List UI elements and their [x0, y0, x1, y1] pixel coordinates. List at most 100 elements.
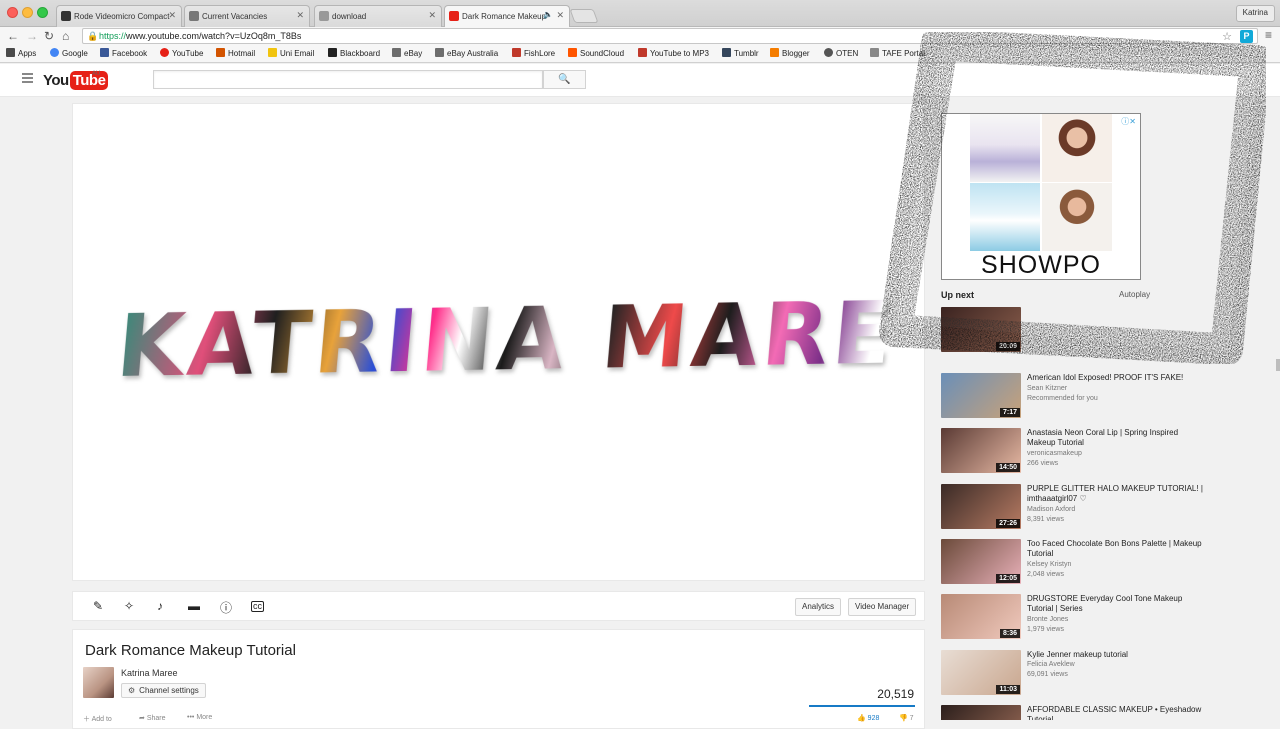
address-bar[interactable]: 🔒 https://www.youtube.com/watch?v=UzOq8m…: [82, 28, 1258, 44]
bookmark-star-icon[interactable]: ☆: [1222, 30, 1232, 43]
bookmark-youtube-to-mp3[interactable]: YouTube to MP3: [638, 48, 709, 58]
channel-avatar[interactable]: [83, 667, 114, 698]
view-count: 20,519: [877, 687, 914, 701]
autoplay-toggle[interactable]: Autoplay: [1119, 290, 1150, 299]
browser-tab[interactable]: Current Vacancies ✕: [184, 5, 310, 27]
forward-arrow-icon[interactable]: →: [26, 27, 38, 45]
tab-favicon-icon: [61, 11, 71, 21]
tab-close-icon[interactable]: ✕: [296, 10, 304, 21]
new-tab-button[interactable]: [569, 9, 599, 23]
page-scrollbar[interactable]: [1276, 97, 1280, 720]
bookmark-google[interactable]: Google: [50, 48, 88, 58]
video-channel: Madison Axford: [1027, 506, 1076, 513]
video-duration: 12:05: [996, 574, 1020, 583]
showpo-ad[interactable]: ⓘ✕ SHOWPO: [941, 113, 1141, 280]
like-ratio-bar: [809, 705, 915, 707]
like-button[interactable]: 👍 928: [857, 714, 879, 722]
video-manager-button[interactable]: Video Manager: [848, 598, 917, 616]
video-title-link[interactable]: PURPLE GLITTER HALO MAKEUP TUTORIAL! | i…: [1027, 484, 1203, 504]
video-title-link[interactable]: American Idol Exposed! PROOF IT'S FAKE!: [1027, 373, 1203, 383]
video-title-link[interactable]: Too Faced Chocolate Bon Bons Palette | M…: [1027, 539, 1203, 559]
tab-label: Dark Romance Makeup: [462, 12, 547, 21]
pencil-icon[interactable]: ✎: [93, 599, 103, 613]
tab-label: Current Vacancies: [202, 12, 268, 21]
bookmark-hotmail[interactable]: Hotmail: [216, 48, 255, 58]
channel-settings-button[interactable]: ⚙ Channel settings: [121, 683, 206, 698]
video-meta: 8,391 views: [1027, 516, 1064, 523]
magic-wand-icon[interactable]: ✧: [124, 599, 134, 613]
bookmark-apps[interactable]: Apps: [6, 48, 36, 58]
recommended-video[interactable]: 12:05 Too Faced Chocolate Bon Bons Palet…: [941, 539, 1203, 585]
dislike-button[interactable]: 👎 7: [899, 714, 914, 722]
video-channel: Kelsey Kristyn: [1027, 561, 1072, 568]
bookmark-ebay[interactable]: eBay: [392, 48, 422, 58]
music-note-icon[interactable]: ♪: [157, 599, 163, 613]
youtube-mp3-icon: [638, 48, 647, 57]
search-input[interactable]: [153, 70, 543, 89]
captions-icon[interactable]: cc: [251, 601, 264, 612]
profile-button[interactable]: Katrina: [1235, 5, 1275, 22]
tab-label: Rode Videomicro Compact: [74, 12, 170, 21]
video-title: Dark Romance Makeup Tutorial: [85, 642, 296, 659]
recommended-video[interactable]: 27:26 PURPLE GLITTER HALO MAKEUP TUTORIA…: [941, 484, 1203, 530]
guide-menu-icon[interactable]: [22, 73, 33, 83]
lock-icon: 🔒: [87, 31, 99, 41]
video-title-link[interactable]: Kylie Jenner makeup tutorial: [1027, 650, 1203, 660]
window-minimize-button[interactable]: [22, 7, 33, 18]
info-icon[interactable]: ⓘ: [220, 599, 232, 616]
fishlore-icon: [512, 48, 521, 57]
extension-p-icon[interactable]: P: [1240, 30, 1253, 43]
add-to-button[interactable]: ＋ Add to: [83, 714, 112, 724]
tab-close-icon[interactable]: ✕: [428, 10, 436, 21]
bookmark-ebay-australia[interactable]: eBay Australia: [435, 48, 498, 58]
recommended-video[interactable]: 8:36 DRUGSTORE Everyday Cool Tone Makeup…: [941, 594, 1203, 640]
channel-name-link[interactable]: Katrina Maree: [121, 668, 178, 678]
browser-tab[interactable]: Rode Videomicro Compact ✕: [56, 5, 182, 27]
bookmark-fishlore[interactable]: FishLore: [512, 48, 555, 58]
video-title-link[interactable]: AFFORDABLE CLASSIC MAKEUP • Eyeshadow Tu…: [1027, 705, 1203, 720]
recommended-video[interactable]: 7:17 American Idol Exposed! PROOF IT'S F…: [941, 373, 1203, 419]
reload-icon[interactable]: ↻: [44, 27, 54, 45]
video-title-link[interactable]: DRUGSTORE Everyday Cool Tone Makeup Tuto…: [1027, 594, 1203, 614]
bookmark-tafe-portal[interactable]: TAFE Portal: [870, 48, 925, 58]
ebay-icon: [435, 48, 444, 57]
tab-close-icon[interactable]: ✕: [168, 10, 176, 21]
bookmark-blogger[interactable]: Blogger: [770, 48, 810, 58]
bookmark-blackboard[interactable]: Blackboard: [328, 48, 380, 58]
video-thumbnail[interactable]: [941, 705, 1021, 720]
comment-icon[interactable]: ▬: [188, 599, 200, 613]
thumbs-down-icon: 👎: [899, 715, 908, 722]
browser-tab[interactable]: download ✕: [314, 5, 442, 27]
analytics-button[interactable]: Analytics: [795, 598, 842, 616]
speaker-icon[interactable]: 🔈: [543, 10, 553, 19]
video-player[interactable]: KATRINA MAREE: [72, 103, 925, 581]
bookmark-uni-email[interactable]: Uni Email: [268, 48, 314, 58]
ad-choices-icon[interactable]: ⓘ✕: [1121, 116, 1136, 127]
bookmark-facebook[interactable]: Facebook: [100, 48, 147, 58]
bookmark-youtube[interactable]: YouTube: [160, 48, 203, 58]
browser-menu-icon[interactable]: ≡: [1265, 28, 1272, 42]
share-button[interactable]: ➦ Share: [139, 714, 166, 722]
video-title-link[interactable]: Anastasia Neon Coral Lip | Spring Inspir…: [1027, 428, 1203, 448]
home-icon[interactable]: ⌂: [62, 27, 69, 45]
tumblr-icon: [722, 48, 731, 57]
bookmarks-bar: Apps Google Facebook YouTube Hotmail Uni…: [0, 45, 1280, 63]
url-text: https://www.youtube.com/watch?v=UzOq8m_T…: [99, 31, 302, 41]
search-button[interactable]: 🔍: [543, 70, 586, 89]
recommended-video[interactable]: AFFORDABLE CLASSIC MAKEUP • Eyeshadow Tu…: [941, 705, 1203, 720]
bookmark-tumblr[interactable]: Tumblr: [722, 48, 759, 58]
browser-tab-active[interactable]: Dark Romance Makeup 🔈 ✕: [444, 5, 570, 27]
recommended-video[interactable]: 11:03 Kylie Jenner makeup tutorial Felic…: [941, 650, 1203, 696]
recommended-video[interactable]: 20:09: [941, 307, 1203, 353]
up-next-label: Up next: [941, 290, 975, 300]
video-duration: 20:09: [996, 342, 1020, 351]
region-label: AU: [92, 71, 101, 77]
window-close-button[interactable]: [7, 7, 18, 18]
ad-image-grid: [942, 114, 1140, 251]
bookmark-soundcloud[interactable]: SoundCloud: [568, 48, 624, 58]
back-arrow-icon[interactable]: ←: [7, 27, 19, 45]
tab-close-icon[interactable]: ✕: [556, 10, 564, 21]
bookmark-oten[interactable]: OTEN: [824, 48, 858, 58]
recommended-video[interactable]: 14:50 Anastasia Neon Coral Lip | Spring …: [941, 428, 1203, 474]
window-maximize-button[interactable]: [37, 7, 48, 18]
